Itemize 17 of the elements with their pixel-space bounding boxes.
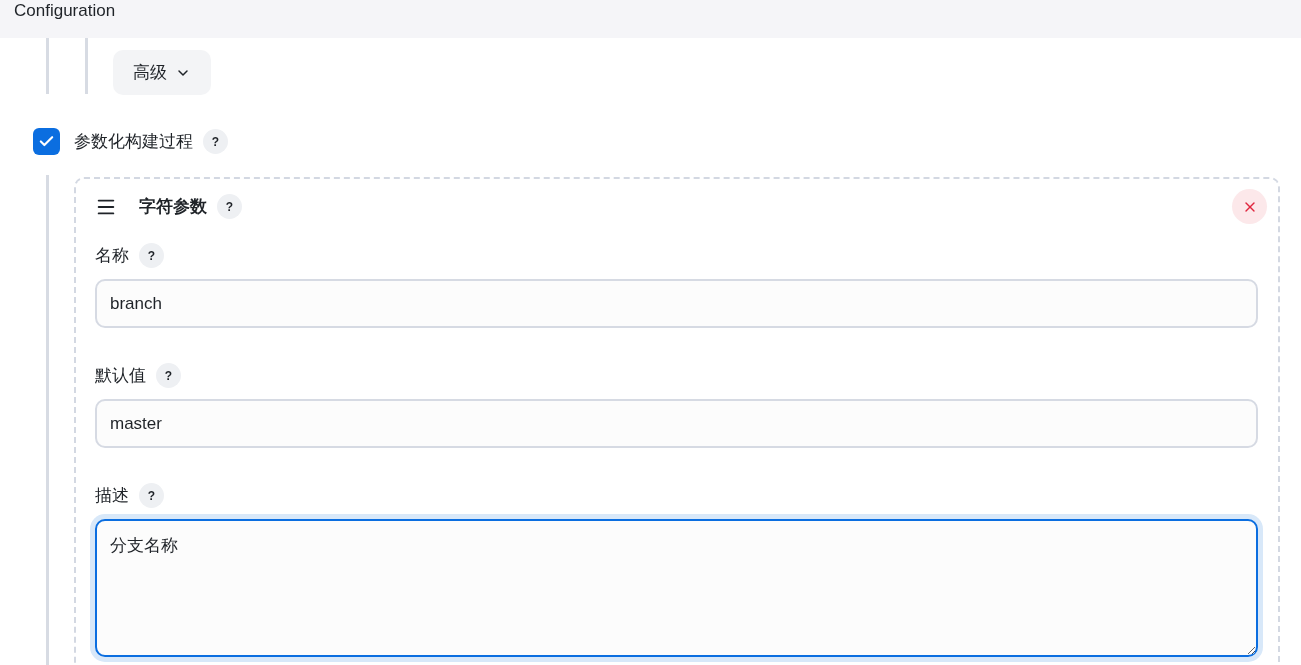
help-button[interactable]: ? bbox=[139, 243, 164, 268]
page-title: Configuration bbox=[14, 0, 117, 22]
parameter-title: 字符参数 bbox=[139, 195, 207, 218]
text-area-field[interactable]: 分支名称 bbox=[95, 519, 1258, 657]
help-button[interactable]: ? bbox=[156, 363, 181, 388]
help-button[interactable]: ? bbox=[203, 129, 228, 154]
help-button[interactable]: ? bbox=[217, 194, 242, 219]
help-button[interactable]: ? bbox=[139, 483, 164, 508]
text-input-field[interactable]: master bbox=[95, 399, 1258, 448]
checkbox[interactable] bbox=[33, 128, 60, 155]
text-input-field[interactable]: branch bbox=[95, 279, 1258, 328]
field-label: 描述 bbox=[95, 484, 129, 507]
checkbox-label: 参数化构建过程 bbox=[74, 130, 193, 153]
close-button[interactable] bbox=[1232, 189, 1267, 224]
field-label: 名称 bbox=[95, 244, 129, 267]
field-label: 默认值 bbox=[95, 364, 146, 387]
advanced-button[interactable]: 高级 bbox=[113, 50, 211, 95]
